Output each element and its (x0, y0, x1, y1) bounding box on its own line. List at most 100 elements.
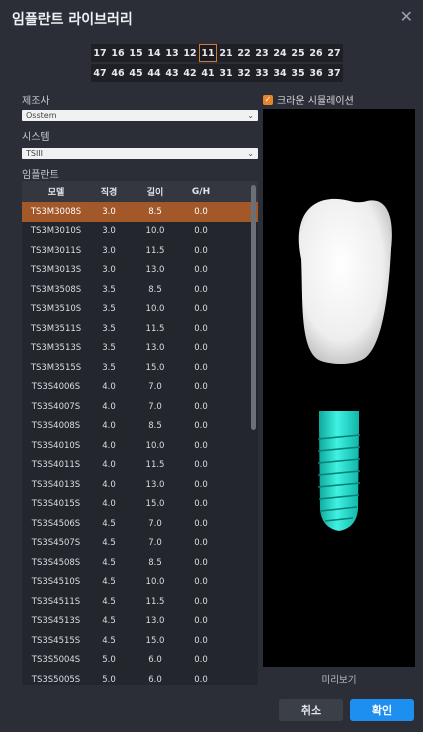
tooth-24[interactable]: 24 (271, 44, 289, 62)
table-row[interactable]: TS3M3010S 3.0 10.0 0.0 (22, 222, 258, 242)
table-row[interactable]: TS3S4011S 4.0 11.5 0.0 (22, 456, 258, 476)
tooth-41[interactable]: 41 (199, 64, 217, 82)
table-row[interactable]: TS3S4006S 4.0 7.0 0.0 (22, 378, 258, 398)
cell-length: 11.5 (145, 596, 165, 607)
tooth-16[interactable]: 16 (109, 44, 127, 62)
tooth-42[interactable]: 42 (181, 64, 199, 82)
tooth-32[interactable]: 32 (235, 64, 253, 82)
table-row[interactable]: TS3S4506S 4.5 7.0 0.0 (22, 514, 258, 534)
table-row[interactable]: TS3S5004S 5.0 6.0 0.0 (22, 651, 258, 671)
system-select[interactable]: TSIII ⌄ (22, 148, 258, 159)
table-row[interactable]: TS3M3515S 3.5 15.0 0.0 (22, 358, 258, 378)
tooth-46[interactable]: 46 (109, 64, 127, 82)
cell-length: 15.0 (145, 635, 165, 646)
table-row[interactable]: TS3S4513S 4.5 13.0 0.0 (22, 612, 258, 632)
cell-length: 13.0 (145, 265, 165, 276)
cell-model: TS3S4011S (31, 460, 81, 471)
preview-viewport[interactable] (263, 109, 415, 667)
cell-length: 8.5 (148, 284, 162, 295)
table-row[interactable]: TS3M3508S 3.5 8.5 0.0 (22, 280, 258, 300)
tooth-14[interactable]: 14 (145, 44, 163, 62)
table-row[interactable]: TS3M3013S 3.0 13.0 0.0 (22, 261, 258, 281)
tooth-44[interactable]: 44 (145, 64, 163, 82)
tooth-37[interactable]: 37 (325, 64, 343, 82)
tooth-26[interactable]: 26 (307, 44, 325, 62)
column-header-gh[interactable]: G/H (182, 187, 220, 197)
cell-length: 13.0 (145, 479, 165, 490)
crown-simulation-checkbox[interactable]: ✓ 크라운 시뮬레이션 (263, 92, 354, 107)
tooth-23[interactable]: 23 (253, 44, 271, 62)
table-row[interactable]: TS3S4515S 4.5 15.0 0.0 (22, 631, 258, 651)
close-icon[interactable]: ✕ (400, 7, 413, 27)
cell-model: TS3S4008S (31, 421, 81, 432)
tooth-35[interactable]: 35 (289, 64, 307, 82)
cell-length: 8.5 (148, 206, 162, 217)
cell-model: TS3M3510S (30, 304, 82, 315)
cell-model: TS3S4511S (31, 596, 81, 607)
tooth-34[interactable]: 34 (271, 64, 289, 82)
table-row[interactable]: TS3M3011S 3.0 11.5 0.0 (22, 241, 258, 261)
cell-gh: 0.0 (194, 499, 208, 510)
tooth-15[interactable]: 15 (127, 44, 145, 62)
ok-button[interactable]: 확인 (350, 699, 414, 721)
tooth-31[interactable]: 31 (217, 64, 235, 82)
cell-gh: 0.0 (194, 343, 208, 354)
tooth-13[interactable]: 13 (163, 44, 181, 62)
cancel-button[interactable]: 취소 (279, 699, 343, 721)
column-header-length[interactable]: 길이 (128, 185, 182, 198)
table-row[interactable]: TS3S4510S 4.5 10.0 0.0 (22, 573, 258, 593)
cell-gh: 0.0 (194, 245, 208, 256)
tooth-17[interactable]: 17 (91, 44, 109, 62)
cell-diameter: 4.5 (102, 635, 116, 646)
tooth-43[interactable]: 43 (163, 64, 181, 82)
cell-length: 7.0 (148, 401, 162, 412)
tooth-12[interactable]: 12 (181, 44, 199, 62)
cell-diameter: 4.0 (102, 421, 116, 432)
cell-diameter: 3.0 (102, 245, 116, 256)
cell-diameter: 4.0 (102, 401, 116, 412)
cell-diameter: 4.5 (102, 518, 116, 529)
cell-model: TS3S4508S (31, 557, 81, 568)
tooth-36[interactable]: 36 (307, 64, 325, 82)
cell-gh: 0.0 (194, 362, 208, 373)
cell-diameter: 4.0 (102, 382, 116, 393)
cell-diameter: 4.5 (102, 538, 116, 549)
table-row[interactable]: TS3S4511S 4.5 11.5 0.0 (22, 592, 258, 612)
table-row[interactable]: TS3M3510S 3.5 10.0 0.0 (22, 300, 258, 320)
tooth-47[interactable]: 47 (91, 64, 109, 82)
manufacturer-value: Osstem (26, 111, 57, 120)
cell-diameter: 3.5 (102, 284, 116, 295)
table-scrollbar[interactable] (251, 185, 256, 430)
column-header-model[interactable]: 모델 (22, 185, 90, 198)
manufacturer-label: 제조사 (22, 96, 50, 107)
table-row[interactable]: TS3S4507S 4.5 7.0 0.0 (22, 534, 258, 554)
table-row[interactable]: TS3S4015S 4.0 15.0 0.0 (22, 495, 258, 515)
cell-gh: 0.0 (194, 323, 208, 334)
tooth-11[interactable]: 11 (199, 44, 217, 62)
column-header-diameter[interactable]: 직경 (90, 185, 128, 198)
table-row[interactable]: TS3M3008S 3.0 8.5 0.0 (22, 202, 258, 222)
tooth-27[interactable]: 27 (325, 44, 343, 62)
table-row[interactable]: TS3S4010S 4.0 10.0 0.0 (22, 436, 258, 456)
upper-teeth-row: 17 16 15 14 13 12 11 21 22 23 24 25 26 27 (91, 44, 343, 62)
table-row[interactable]: TS3S4008S 4.0 8.5 0.0 (22, 417, 258, 437)
table-row[interactable]: TS3M3511S 3.5 11.5 0.0 (22, 319, 258, 339)
cell-diameter: 4.5 (102, 616, 116, 627)
table-row[interactable]: TS3S4508S 4.5 8.5 0.0 (22, 553, 258, 573)
implant-table: 모델 직경 길이 G/H TS3M3008S 3.0 8.5 0.0 TS3M3010S… (22, 181, 258, 685)
table-row[interactable]: TS3M3513S 3.5 13.0 0.0 (22, 339, 258, 359)
tooth-25[interactable]: 25 (289, 44, 307, 62)
cell-model: TS3M3511S (30, 323, 82, 334)
manufacturer-select[interactable]: Osstem ⌄ (22, 110, 258, 121)
table-body: TS3M3008S 3.0 8.5 0.0 TS3M3010S 3.0 10.0 0.0 TS3… (22, 202, 258, 685)
table-row[interactable]: TS3S4007S 4.0 7.0 0.0 (22, 397, 258, 417)
system-label: 시스템 (22, 132, 50, 143)
table-row[interactable]: TS3S5005S 5.0 6.0 0.0 (22, 670, 258, 685)
tooth-33[interactable]: 33 (253, 64, 271, 82)
title-bar: 임플란트 라이브러리 ✕ (0, 0, 423, 36)
cell-length: 10.0 (145, 440, 165, 451)
tooth-22[interactable]: 22 (235, 44, 253, 62)
tooth-45[interactable]: 45 (127, 64, 145, 82)
table-row[interactable]: TS3S4013S 4.0 13.0 0.0 (22, 475, 258, 495)
tooth-21[interactable]: 21 (217, 44, 235, 62)
